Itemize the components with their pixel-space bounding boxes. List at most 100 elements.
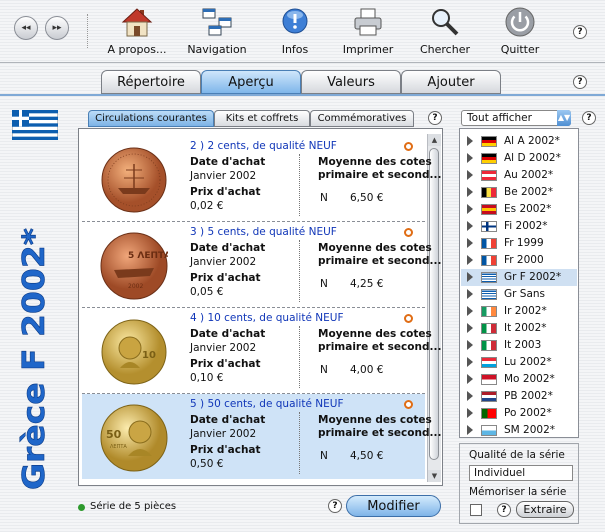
print-label: Imprimer: [342, 43, 394, 56]
status-dot-icon[interactable]: [404, 228, 413, 237]
modify-button[interactable]: Modifier: [346, 495, 441, 517]
subtabs-help-button[interactable]: ?: [428, 111, 442, 125]
disclosure-triangle-icon[interactable]: [467, 204, 473, 214]
series-list-item[interactable]: Gr F 2002*: [461, 269, 577, 286]
subtab-circulations[interactable]: Circulations courantes: [88, 110, 214, 127]
disclosure-triangle-icon[interactable]: [467, 221, 473, 231]
tab-ajouter[interactable]: Ajouter: [401, 70, 501, 94]
tabs-help-button[interactable]: ?: [573, 75, 587, 89]
scroll-down-arrow[interactable]: ▼: [428, 470, 441, 482]
coin-row[interactable]: 10 4 ) 10 cents, de qualité NEUF Date d'…: [82, 308, 441, 394]
toolbar-help-button[interactable]: ?: [573, 25, 587, 39]
disclosure-triangle-icon[interactable]: [467, 289, 473, 299]
date-label: Date d'achat: [190, 414, 266, 426]
disclosure-triangle-icon[interactable]: [467, 425, 473, 435]
memorize-checkbox[interactable]: [470, 504, 482, 516]
status-dot-icon[interactable]: [404, 400, 413, 409]
navigation-button[interactable]: Navigation: [184, 6, 250, 56]
disclosure-triangle-icon[interactable]: [467, 170, 473, 180]
print-button[interactable]: Imprimer: [340, 6, 396, 56]
forward-icon: ▸▸: [52, 23, 62, 33]
series-list-item[interactable]: Fr 1999: [461, 235, 577, 252]
series-list-item[interactable]: Lu 2002*: [461, 354, 577, 371]
back-button[interactable]: ◂◂: [14, 16, 38, 40]
series-list-item[interactable]: Mo 2002*: [461, 371, 577, 388]
series-name: Gr F 2002*: [504, 271, 562, 283]
disclosure-triangle-icon[interactable]: [467, 136, 473, 146]
filter-help-button[interactable]: ?: [582, 111, 596, 125]
series-title: Grèce F 2002*: [17, 227, 53, 490]
disclosure-triangle-icon[interactable]: [467, 408, 473, 418]
series-name: Lu 2002*: [504, 356, 552, 368]
disclosure-triangle-icon[interactable]: [467, 238, 473, 248]
disclosure-triangle-icon[interactable]: [467, 374, 473, 384]
svg-text:50: 50: [106, 428, 122, 441]
magnifier-icon: [432, 9, 459, 36]
series-list-item[interactable]: Gr Sans: [461, 286, 577, 303]
tab-apercu[interactable]: Aperçu: [201, 70, 301, 94]
disclosure-triangle-icon[interactable]: [467, 272, 473, 282]
bottom-help-button[interactable]: ?: [328, 499, 342, 513]
series-list-item[interactable]: Al D 2002*: [461, 150, 577, 167]
scroll-up-arrow[interactable]: ▲: [428, 134, 441, 146]
disclosure-triangle-icon[interactable]: [467, 306, 473, 316]
price-label: Prix d'achat: [190, 186, 261, 198]
average-label: Moyenne des cotes: [318, 328, 432, 340]
series-list-item[interactable]: Al A 2002*: [461, 133, 577, 150]
tab-label: Aperçu: [228, 74, 274, 90]
series-list-item[interactable]: It 2002*: [461, 320, 577, 337]
series-list-item[interactable]: Po 2002*: [461, 405, 577, 422]
series-list-item[interactable]: Es 2002*: [461, 201, 577, 218]
quality-help-button[interactable]: ?: [497, 503, 511, 517]
series-name: PB 2002*: [504, 390, 553, 402]
date-label: Date d'achat: [190, 242, 266, 254]
subtab-label: Circulations courantes: [95, 113, 207, 124]
disclosure-triangle-icon[interactable]: [467, 323, 473, 333]
series-list-item[interactable]: Fr 2000: [461, 252, 577, 269]
series-list-item[interactable]: Fi 2002*: [461, 218, 577, 235]
svg-text:ΛΕΠΤΑ: ΛΕΠΤΑ: [110, 444, 127, 450]
extract-label: Extraire: [523, 503, 567, 516]
disclosure-triangle-icon[interactable]: [467, 357, 473, 367]
disclosure-triangle-icon[interactable]: [467, 255, 473, 265]
subtab-commemoratives[interactable]: Commémoratives: [310, 110, 414, 127]
toolbar-divider: [87, 14, 89, 48]
series-list-item[interactable]: PB 2002*: [461, 388, 577, 405]
country-flag-icon: [481, 408, 497, 419]
tab-repertoire[interactable]: Répertoire: [101, 70, 201, 94]
tab-valeurs[interactable]: Valeurs: [301, 70, 401, 94]
price-value: 0,02 €: [190, 200, 224, 212]
row-divider: [299, 240, 300, 302]
series-list-item[interactable]: It 2003: [461, 337, 577, 354]
svg-text:10: 10: [142, 350, 156, 361]
disclosure-triangle-icon[interactable]: [467, 391, 473, 401]
coin-row[interactable]: 2 ) 2 cents, de qualité NEUF Date d'acha…: [82, 136, 441, 222]
search-button[interactable]: Chercher: [418, 6, 472, 56]
coin-row[interactable]: 5 ΛΕΠΤΑ 2002 3 ) 5 cents, de qualité NEU…: [82, 222, 441, 308]
series-list-item[interactable]: Be 2002*: [461, 184, 577, 201]
disclosure-triangle-icon[interactable]: [467, 153, 473, 163]
series-list-item[interactable]: Ir 2002*: [461, 303, 577, 320]
info-button[interactable]: Infos: [276, 6, 314, 56]
subtab-kits[interactable]: Kits et coffrets: [214, 110, 310, 127]
coin-row-selected[interactable]: 50 ΛΕΠΤΑ 5 ) 50 cents, de qualité NEUF D…: [82, 394, 441, 479]
price-value: 0,10 €: [190, 372, 224, 384]
coin-image-icon: 10: [101, 319, 167, 385]
quality-field[interactable]: Individuel: [469, 465, 573, 481]
subtab-label: Commémoratives: [317, 113, 407, 124]
disclosure-triangle-icon[interactable]: [467, 340, 473, 350]
disclosure-triangle-icon[interactable]: [467, 187, 473, 197]
quit-label: Quitter: [500, 43, 540, 56]
filter-select[interactable]: Tout afficher ▲▼: [461, 110, 571, 126]
country-flag-icon: [481, 187, 497, 198]
series-name: Fr 2000: [504, 254, 544, 266]
series-list-item[interactable]: SM 2002*: [461, 422, 577, 439]
status-dot-icon[interactable]: [404, 314, 413, 323]
forward-button[interactable]: ▸▸: [45, 16, 69, 40]
quit-button[interactable]: Quitter: [498, 6, 542, 56]
grade-value: N: [320, 450, 328, 462]
status-dot-icon[interactable]: [404, 142, 413, 151]
extract-button[interactable]: Extraire: [516, 501, 574, 518]
about-button[interactable]: A propos...: [105, 6, 169, 56]
series-list-item[interactable]: Au 2002*: [461, 167, 577, 184]
